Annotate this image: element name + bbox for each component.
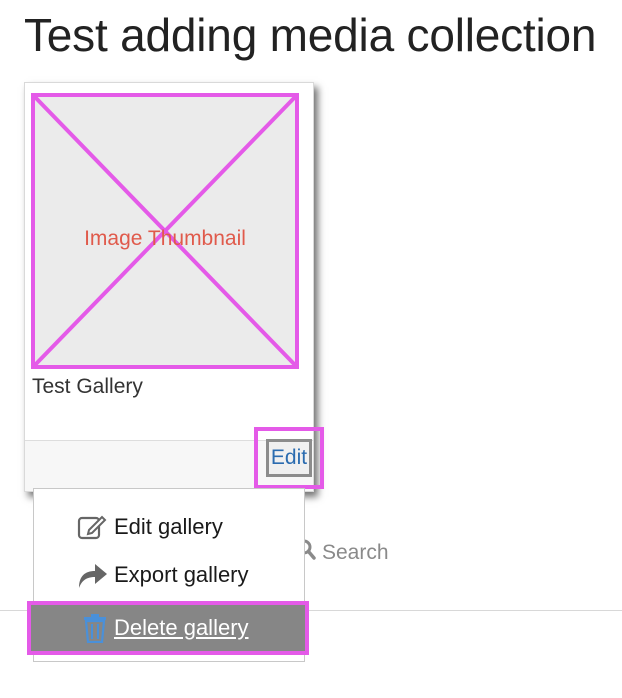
gallery-title: Test Gallery bbox=[32, 375, 143, 398]
page: Test adding media collection Search Imag… bbox=[0, 0, 622, 698]
thumbnail-placeholder-label: Image Thumbnail bbox=[84, 227, 246, 250]
card-footer: Edit bbox=[25, 427, 324, 491]
trash-icon bbox=[81, 613, 109, 644]
menu-item-label: Export gallery bbox=[114, 562, 249, 587]
image-thumbnail[interactable]: Image Thumbnail bbox=[31, 93, 299, 369]
menu-item-label: Edit gallery bbox=[114, 514, 223, 539]
search-label: Search bbox=[322, 541, 389, 564]
search-control[interactable]: Search bbox=[296, 538, 389, 568]
edit-button-label[interactable]: Edit bbox=[266, 439, 312, 477]
menu-item-edit-gallery[interactable]: Edit gallery bbox=[74, 507, 223, 547]
page-title: Test adding media collection bbox=[24, 9, 597, 61]
share-arrow-icon bbox=[74, 559, 110, 591]
menu-item-export-gallery[interactable]: Export gallery bbox=[74, 555, 249, 595]
menu-item-delete-gallery[interactable]: Delete gallery bbox=[27, 601, 309, 655]
edit-button[interactable]: Edit bbox=[254, 427, 324, 489]
menu-item-label: Delete gallery bbox=[114, 615, 249, 640]
gallery-card[interactable]: Image Thumbnail Test Gallery Edit bbox=[24, 82, 324, 492]
edit-icon bbox=[74, 511, 110, 543]
